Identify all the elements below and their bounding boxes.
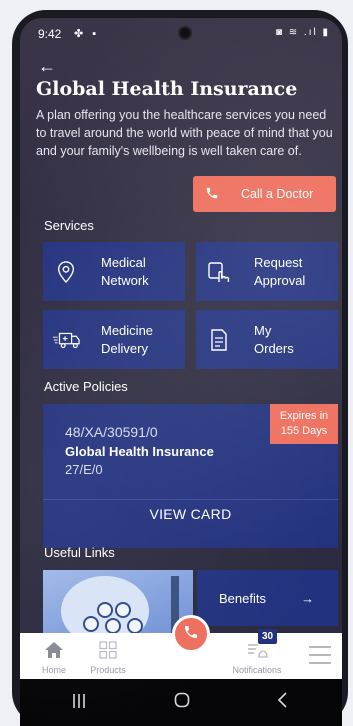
nav-home[interactable]: Home bbox=[24, 633, 84, 679]
policy-name: Global Health Insurance bbox=[65, 444, 214, 459]
phone-icon bbox=[183, 624, 199, 645]
grid-icon bbox=[78, 633, 138, 659]
nav-notifications[interactable]: Notifications bbox=[222, 633, 292, 679]
document-icon bbox=[196, 328, 242, 352]
benefits-label: Benefits bbox=[219, 590, 266, 606]
home-button-icon[interactable] bbox=[174, 692, 190, 713]
service-medicine-delivery[interactable]: Medicine Delivery bbox=[43, 310, 185, 369]
status-time: 9:42 bbox=[38, 27, 62, 41]
service-label-line2: Approval bbox=[254, 272, 306, 288]
call-doctor-button[interactable]: Call a Doctor bbox=[193, 176, 336, 212]
call-fab-button[interactable] bbox=[172, 615, 210, 653]
front-camera-icon bbox=[178, 26, 192, 40]
status-notification-icons: ✤ ▪ bbox=[74, 28, 100, 40]
status-bar: 9:42 ✤ ▪ ◙ ≋ .ıl ▮ bbox=[20, 18, 342, 48]
system-navigation-bar bbox=[20, 679, 342, 726]
notifications-count-badge: 30 bbox=[258, 629, 278, 644]
person-illustration bbox=[97, 602, 113, 618]
useful-links-illustration[interactable] bbox=[43, 570, 193, 638]
arrow-right-icon: → bbox=[301, 590, 314, 606]
expiry-days: 155 Days bbox=[280, 425, 328, 437]
person-illustration bbox=[127, 618, 143, 634]
active-policies-heading: Active Policies bbox=[44, 379, 128, 394]
page-subtitle: A plan offering you the healthcare servi… bbox=[36, 108, 333, 158]
back-arrow-icon[interactable]: ← bbox=[38, 56, 56, 77]
view-card-button[interactable]: VIEW CARD bbox=[43, 506, 338, 522]
services-heading: Services bbox=[44, 218, 94, 233]
service-medical-network[interactable]: Medical Network bbox=[43, 242, 185, 301]
service-label-line2: Network bbox=[101, 272, 149, 288]
service-my-orders[interactable]: My Orders bbox=[196, 310, 338, 369]
nav-products-label: Products bbox=[90, 665, 126, 675]
benefits-link[interactable]: Benefits → bbox=[197, 570, 338, 626]
service-label-line2: Delivery bbox=[101, 340, 148, 356]
service-label-line1: My bbox=[254, 322, 272, 338]
notification-list-icon bbox=[222, 633, 292, 659]
recent-apps-icon[interactable] bbox=[72, 693, 86, 714]
service-request-approval[interactable]: Request Approval bbox=[196, 242, 338, 301]
expiry-label: Expires in bbox=[279, 410, 329, 422]
home-icon bbox=[24, 633, 84, 659]
call-doctor-label: Call a Doctor bbox=[241, 187, 314, 201]
status-system-icons: ◙ ≋ .ıl ▮ bbox=[275, 27, 330, 38]
person-illustration bbox=[105, 618, 121, 634]
policy-card[interactable]: Expires in 155 Days 48/XA/30591/0 Global… bbox=[43, 404, 338, 548]
service-label-line1: Request bbox=[254, 254, 303, 270]
back-button-icon[interactable] bbox=[276, 692, 288, 713]
policy-divider bbox=[43, 499, 338, 500]
useful-links-heading: Useful Links bbox=[44, 545, 115, 560]
expiry-badge: Expires in 155 Days bbox=[270, 404, 338, 444]
hamburger-menu-icon bbox=[302, 633, 338, 664]
service-label-line1: Medicine bbox=[101, 322, 154, 338]
nav-products[interactable]: Products bbox=[78, 633, 138, 679]
delivery-truck-icon bbox=[43, 330, 89, 350]
nav-menu[interactable] bbox=[302, 633, 338, 679]
person-illustration bbox=[83, 616, 99, 632]
tap-hand-icon bbox=[196, 260, 242, 284]
phone-icon bbox=[205, 186, 225, 203]
person-illustration bbox=[115, 602, 131, 618]
nav-home-label: Home bbox=[41, 665, 66, 675]
policy-code: 27/E/0 bbox=[65, 462, 103, 477]
service-label-line2: Orders bbox=[254, 340, 294, 356]
policy-number: 48/XA/30591/0 bbox=[65, 424, 158, 440]
location-pin-icon bbox=[43, 260, 89, 284]
app-screen: 9:42 ✤ ▪ ◙ ≋ .ıl ▮ ← Global Health Insur… bbox=[20, 18, 342, 726]
service-label-line1: Medical bbox=[101, 254, 146, 270]
nav-notifications-label: Notifications bbox=[232, 665, 282, 675]
page-title: Global Health Insurance bbox=[36, 78, 298, 100]
